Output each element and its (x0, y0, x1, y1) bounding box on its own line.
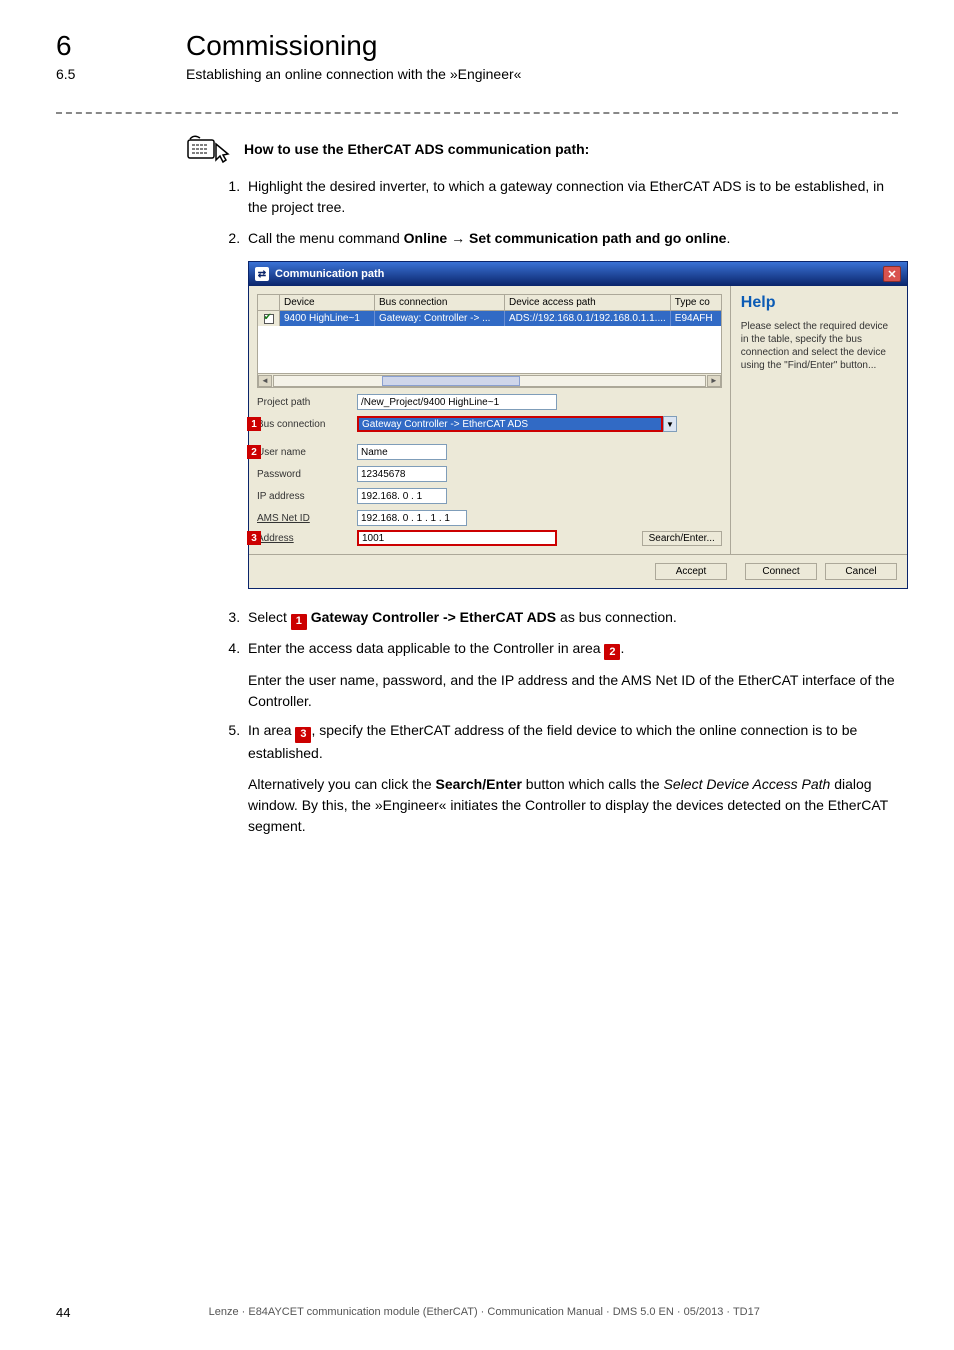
password-input[interactable] (357, 466, 447, 482)
label-password: Password (257, 469, 347, 480)
help-heading: Help (741, 294, 897, 312)
page-number: 44 (56, 1305, 70, 1320)
footer-text: Lenze · E84AYCET communication module (E… (70, 1306, 898, 1318)
grid-col-bus: Bus connection (375, 295, 505, 310)
howto-heading: How to use the EtherCAT ADS communicatio… (244, 141, 589, 157)
callout-2-icon: 2 (247, 445, 261, 459)
step-4: Enter the access data applicable to the … (244, 638, 898, 713)
device-grid[interactable]: Device Bus connection Device access path… (257, 294, 722, 388)
grid-col-path: Device access path (505, 295, 671, 310)
divider (56, 112, 898, 114)
monitor-cursor-icon (186, 134, 230, 164)
callout-3-icon: 3 (247, 531, 261, 545)
table-row[interactable]: 9400 HighLine~1 Gateway: Controller -> .… (258, 311, 721, 326)
step-3: Select 1 Gateway Controller -> EtherCAT … (244, 607, 898, 630)
close-icon[interactable]: ✕ (883, 266, 901, 282)
label-username: User name (257, 447, 347, 458)
label-ip: IP address (257, 491, 347, 502)
ip-input[interactable] (357, 488, 447, 504)
section-number: 6.5 (56, 66, 186, 82)
callout-1-icon: 1 (247, 417, 261, 431)
cancel-button[interactable]: Cancel (825, 563, 897, 580)
communication-path-dialog: ⇄ Communication path ✕ Device Bus connec… (248, 261, 908, 589)
section-title: Establishing an online connection with t… (186, 66, 521, 82)
horizontal-scrollbar[interactable]: ◄ ► (258, 373, 721, 387)
accept-button[interactable]: Accept (655, 563, 727, 580)
step-1: Highlight the desired inverter, to which… (244, 176, 898, 218)
chapter-number: 6 (56, 30, 186, 62)
grid-col-type: Type co (671, 295, 721, 310)
dialog-icon: ⇄ (255, 267, 269, 281)
grid-col-device: Device (280, 295, 375, 310)
help-text: Please select the required device in the… (741, 320, 897, 372)
step-5: In area 3, specify the EtherCAT address … (244, 720, 898, 837)
step-2: Call the menu command Online → Set commu… (244, 228, 898, 249)
ams-input[interactable] (357, 510, 467, 526)
label-project-path: Project path (257, 397, 347, 408)
search-enter-button[interactable]: Search/Enter... (642, 531, 722, 546)
scroll-right-icon[interactable]: ► (707, 375, 721, 387)
project-path-input[interactable] (357, 394, 557, 410)
address-input[interactable] (357, 530, 557, 546)
bus-connection-select[interactable] (357, 416, 663, 432)
callout-3-ref-icon: 3 (295, 727, 311, 743)
callout-1-ref-icon: 1 (291, 614, 307, 630)
username-input[interactable] (357, 444, 447, 460)
chapter-title: Commissioning (186, 30, 377, 62)
label-ams: AMS Net ID (257, 513, 347, 524)
dialog-title: Communication path (275, 268, 384, 280)
scroll-left-icon[interactable]: ◄ (258, 375, 272, 387)
label-address: Address (257, 533, 347, 544)
checkbox-icon[interactable] (264, 314, 274, 324)
callout-2-ref-icon: 2 (604, 644, 620, 660)
label-bus-connection: Bus connection (257, 419, 347, 430)
connect-button[interactable]: Connect (745, 563, 817, 580)
chevron-down-icon[interactable]: ▼ (663, 416, 677, 432)
